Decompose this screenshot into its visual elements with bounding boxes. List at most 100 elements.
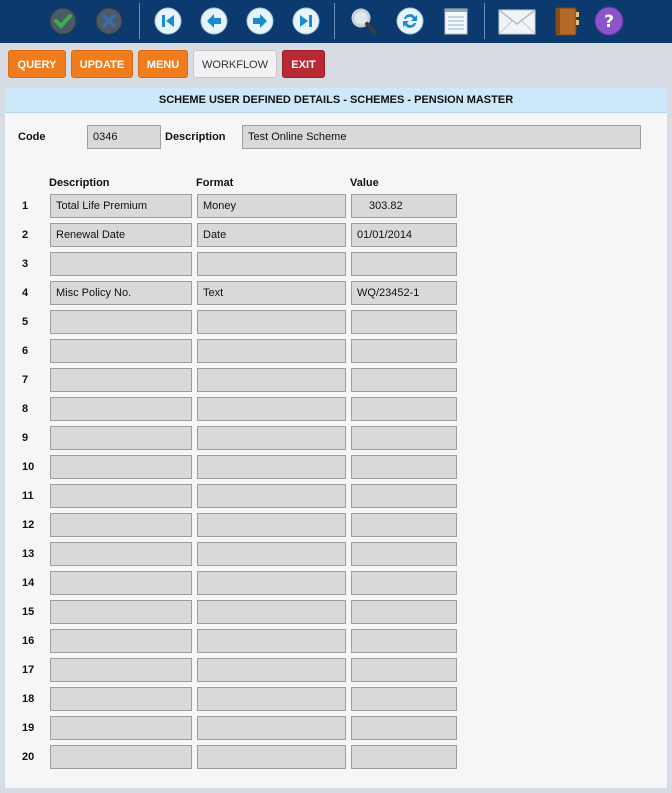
column-header-format: Format xyxy=(196,177,234,189)
top-toolbar: ? xyxy=(0,0,672,43)
row-value-field[interactable] xyxy=(351,629,457,653)
row-value-field[interactable] xyxy=(351,397,457,421)
row-number: 10 xyxy=(22,461,35,473)
address-book-icon[interactable] xyxy=(551,6,581,36)
action-bar: QUERY UPDATE MENU WORKFLOW EXIT xyxy=(0,43,672,87)
toolbar-separator xyxy=(334,3,335,39)
row-format-field[interactable] xyxy=(197,658,346,682)
row-value-field[interactable] xyxy=(351,455,457,479)
row-value-field[interactable] xyxy=(351,542,457,566)
row-description-field[interactable] xyxy=(50,571,192,595)
row-number: 15 xyxy=(22,606,35,618)
row-description-field[interactable]: Total Life Premium xyxy=(50,194,192,218)
description-field[interactable]: Test Online Scheme xyxy=(242,125,641,149)
row-format-field[interactable] xyxy=(197,745,346,769)
mail-icon[interactable] xyxy=(498,6,536,36)
row-description-field[interactable]: Renewal Date xyxy=(50,223,192,247)
row-description-field[interactable] xyxy=(50,484,192,508)
refresh-icon[interactable] xyxy=(395,6,425,36)
row-format-field[interactable] xyxy=(197,600,346,624)
last-record-icon[interactable] xyxy=(291,6,321,36)
cancel-icon[interactable] xyxy=(94,6,124,36)
row-number: 14 xyxy=(22,577,35,589)
row-number: 11 xyxy=(22,490,34,502)
row-description-field[interactable] xyxy=(50,600,192,624)
column-header-value: Value xyxy=(350,177,379,189)
row-number: 9 xyxy=(22,432,29,444)
row-number: 7 xyxy=(22,374,29,386)
row-value-field[interactable] xyxy=(351,368,457,392)
row-value-field[interactable] xyxy=(351,658,457,682)
menu-button[interactable]: MENU xyxy=(138,50,188,78)
row-description-field[interactable] xyxy=(50,687,192,711)
query-button[interactable]: QUERY xyxy=(8,50,66,78)
row-value-field[interactable] xyxy=(351,310,457,334)
row-value-field[interactable] xyxy=(351,339,457,363)
row-number: 13 xyxy=(22,548,35,560)
row-number: 6 xyxy=(22,345,29,357)
next-record-icon[interactable] xyxy=(245,6,275,36)
row-format-field[interactable]: Date xyxy=(197,223,346,247)
svg-text:?: ? xyxy=(604,12,614,32)
notepad-icon[interactable] xyxy=(441,6,471,36)
row-description-field[interactable] xyxy=(50,368,192,392)
row-number: 4 xyxy=(22,287,29,299)
row-format-field[interactable] xyxy=(197,426,346,450)
row-value-field[interactable] xyxy=(351,252,457,276)
scheme-details-panel: SCHEME USER DEFINED DETAILS - SCHEMES - … xyxy=(5,88,667,788)
row-format-field[interactable] xyxy=(197,513,346,537)
row-value-field[interactable] xyxy=(351,571,457,595)
row-value-field[interactable]: 01/01/2014 xyxy=(351,223,457,247)
row-description-field[interactable] xyxy=(50,310,192,334)
workflow-button[interactable]: WORKFLOW xyxy=(193,50,277,78)
row-value-field[interactable] xyxy=(351,600,457,624)
row-value-field[interactable] xyxy=(351,513,457,537)
row-value-field[interactable] xyxy=(351,716,457,740)
column-header-description: Description xyxy=(49,177,110,189)
row-value-field[interactable]: WQ/23452-1 xyxy=(351,281,457,305)
row-description-field[interactable] xyxy=(50,252,192,276)
first-record-icon[interactable] xyxy=(153,6,183,36)
row-number: 20 xyxy=(22,751,35,763)
row-format-field[interactable]: Money xyxy=(197,194,346,218)
row-format-field[interactable] xyxy=(197,368,346,392)
row-description-field[interactable] xyxy=(50,542,192,566)
help-icon[interactable]: ? xyxy=(594,6,624,36)
row-description-field[interactable] xyxy=(50,455,192,479)
row-format-field[interactable] xyxy=(197,310,346,334)
row-format-field[interactable] xyxy=(197,252,346,276)
row-format-field[interactable]: Text xyxy=(197,281,346,305)
row-description-field[interactable] xyxy=(50,513,192,537)
check-icon[interactable] xyxy=(48,6,78,36)
row-description-field[interactable] xyxy=(50,716,192,740)
row-format-field[interactable] xyxy=(197,716,346,740)
row-description-field[interactable] xyxy=(50,397,192,421)
update-button[interactable]: UPDATE xyxy=(71,50,133,78)
row-format-field[interactable] xyxy=(197,484,346,508)
row-value-field[interactable] xyxy=(351,426,457,450)
row-format-field[interactable] xyxy=(197,542,346,566)
row-format-field[interactable] xyxy=(197,571,346,595)
row-description-field[interactable]: Misc Policy No. xyxy=(50,281,192,305)
row-format-field[interactable] xyxy=(197,397,346,421)
previous-record-icon[interactable] xyxy=(199,6,229,36)
row-description-field[interactable] xyxy=(50,629,192,653)
row-description-field[interactable] xyxy=(50,426,192,450)
row-number: 16 xyxy=(22,635,35,647)
row-value-field[interactable] xyxy=(351,687,457,711)
row-format-field[interactable] xyxy=(197,629,346,653)
search-icon[interactable] xyxy=(349,6,379,36)
exit-button[interactable]: EXIT xyxy=(282,50,325,78)
row-value-field[interactable] xyxy=(351,745,457,769)
row-value-field[interactable]: 303.82 xyxy=(351,194,457,218)
row-format-field[interactable] xyxy=(197,339,346,363)
row-number: 8 xyxy=(22,403,29,415)
row-format-field[interactable] xyxy=(197,455,346,479)
row-number: 5 xyxy=(22,316,29,328)
row-description-field[interactable] xyxy=(50,745,192,769)
row-description-field[interactable] xyxy=(50,658,192,682)
row-value-field[interactable] xyxy=(351,484,457,508)
row-description-field[interactable] xyxy=(50,339,192,363)
row-format-field[interactable] xyxy=(197,687,346,711)
code-field[interactable]: 0346 xyxy=(87,125,161,149)
